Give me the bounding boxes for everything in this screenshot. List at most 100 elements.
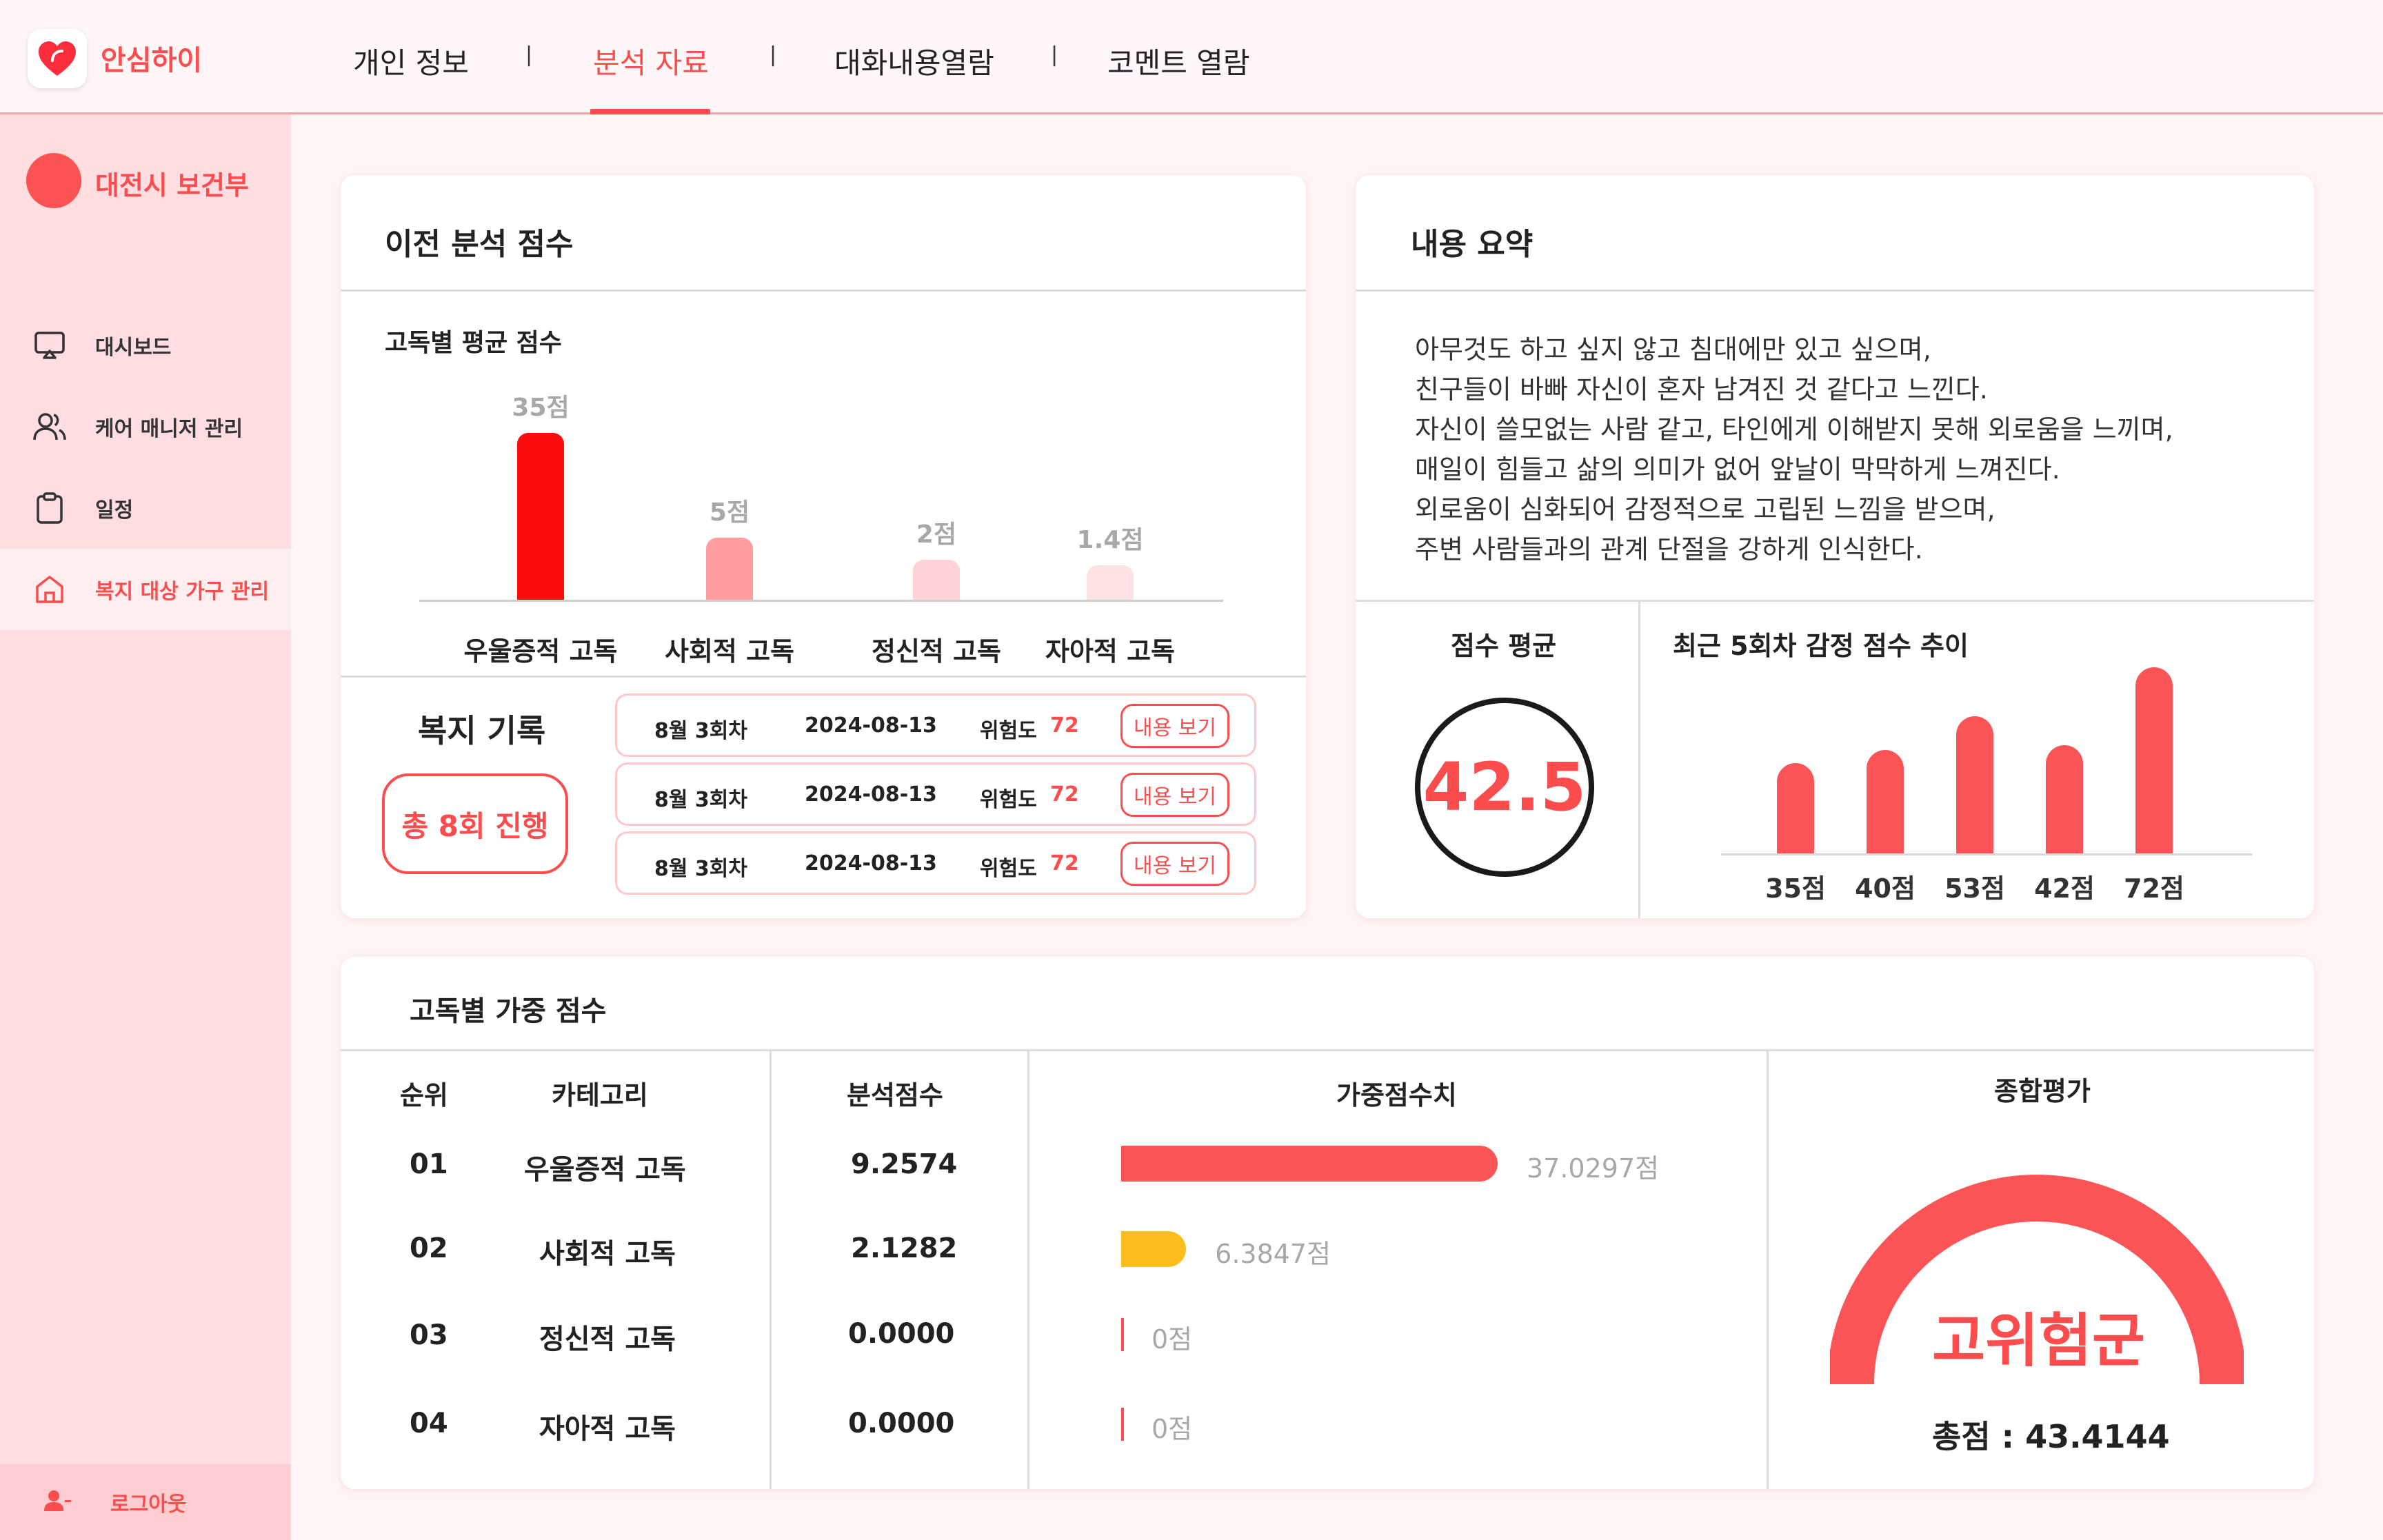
sidebar-item-label: 케어 매니저 관리 bbox=[95, 417, 243, 441]
divider bbox=[341, 1049, 2314, 1051]
nav-separator: | bbox=[525, 43, 533, 67]
summary-line: 주변 사람들과의 관계 단절을 강하게 인식한다. bbox=[1415, 534, 1923, 565]
card-title: 이전 분석 점수 bbox=[385, 227, 574, 262]
weighted-value-label: 37.0297점 bbox=[1527, 1153, 1660, 1184]
app-logo[interactable] bbox=[28, 29, 87, 88]
clipboard-icon bbox=[33, 492, 66, 525]
sidebar-item-label: 일정 bbox=[95, 498, 134, 523]
chart-subtitle: 고독별 평균 점수 bbox=[385, 329, 562, 357]
record-date: 2024-08-13 bbox=[805, 782, 937, 807]
monitor-icon bbox=[33, 329, 66, 362]
sidebar: 대전시 보건부 대시보드 케어 매니저 관리 일정 복지 대상 가구 관리 로그… bbox=[0, 114, 291, 1540]
summary-line: 아무것도 하고 싶지 않고 침대에만 있고 싶으며, bbox=[1415, 334, 1931, 365]
home-icon bbox=[33, 573, 66, 606]
row-rank: 03 bbox=[410, 1319, 448, 1351]
avg-score-category-label: 정신적 고독 bbox=[871, 636, 1002, 667]
weighted-bar bbox=[1121, 1146, 1498, 1182]
risk-label: 위험도 bbox=[980, 788, 1037, 812]
summary-line: 자신이 쓸모없는 사람 같고, 타인에게 이해받지 못해 외로움을 느끼며, bbox=[1415, 414, 2173, 445]
avg-score-category-label: 자아적 고독 bbox=[1045, 636, 1176, 667]
trend-bar bbox=[2135, 667, 2173, 853]
row-rank: 04 bbox=[410, 1408, 448, 1439]
header-evaluation: 종합평가 bbox=[1994, 1076, 2091, 1106]
weighted-value-label: 0점 bbox=[1152, 1414, 1193, 1444]
tab-analysis-data[interactable]: 분석 자료 bbox=[593, 40, 709, 82]
view-content-button[interactable]: 내용 보기 bbox=[1120, 842, 1229, 886]
risk-value: 72 bbox=[1050, 851, 1079, 875]
total-sessions-badge: 총 8회 진행 bbox=[382, 773, 568, 874]
tab-personal-info[interactable]: 개인 정보 bbox=[353, 40, 469, 82]
trend-label: 35점 bbox=[1765, 873, 1826, 904]
row-score: 9.2574 bbox=[851, 1148, 958, 1180]
avg-score-value-label: 2점 bbox=[916, 520, 957, 549]
logout-button[interactable]: 로그아웃 bbox=[0, 1464, 291, 1540]
risk-label: 위험도 bbox=[980, 719, 1037, 743]
record-row: 8월 3회차 2024-08-13 위험도 72 내용 보기 bbox=[615, 831, 1256, 895]
risk-value: 72 bbox=[1050, 713, 1079, 738]
avg-score-value-label: 5점 bbox=[709, 498, 750, 527]
row-category: 정신적 고독 bbox=[539, 1324, 676, 1355]
row-category: 사회적 고독 bbox=[539, 1238, 676, 1270]
total-score: 총점 : 43.4144 bbox=[1932, 1418, 2170, 1455]
card-title: 내용 요약 bbox=[1411, 227, 1534, 262]
divider bbox=[341, 676, 1306, 678]
divider bbox=[1356, 600, 2314, 602]
record-date: 2024-08-13 bbox=[805, 851, 937, 875]
divider bbox=[770, 1049, 772, 1489]
risk-value: 72 bbox=[1050, 782, 1079, 807]
header-score: 분석점수 bbox=[847, 1080, 943, 1111]
sidebar-item-dashboard[interactable]: 대시보드 bbox=[0, 305, 291, 386]
avg-score-category-label: 사회적 고독 bbox=[664, 636, 795, 667]
avg-score-bar bbox=[913, 559, 960, 600]
weighted-bar-zero bbox=[1121, 1318, 1124, 1351]
summary-line: 친구들이 바빠 자신이 혼자 남겨진 것 같다고 느낀다. bbox=[1415, 374, 1988, 405]
avg-score-bar bbox=[1087, 565, 1134, 600]
nav-separator: | bbox=[770, 43, 777, 67]
trend-label: 40점 bbox=[1855, 873, 1916, 904]
avg-score-value-label: 35점 bbox=[512, 394, 570, 422]
record-row: 8월 3회차 2024-08-13 위험도 72 내용 보기 bbox=[615, 693, 1256, 757]
sidebar-item-care-manager[interactable]: 케어 매니저 관리 bbox=[0, 386, 291, 467]
trend-label: 42점 bbox=[2034, 873, 2095, 904]
view-content-button[interactable]: 내용 보기 bbox=[1120, 704, 1229, 748]
summary-line: 외로움이 심화되어 감정적으로 고립된 느낌을 받으며, bbox=[1415, 494, 1995, 525]
avg-score-value-label: 1.4점 bbox=[1076, 526, 1144, 555]
avg-score-bar bbox=[706, 538, 753, 600]
weighted-scores-card: 고독별 가중 점수 순위 카테고리 분석점수 가중점수치 종합평가 01 우울증… bbox=[341, 957, 2314, 1489]
row-category: 우울증적 고독 bbox=[524, 1154, 686, 1186]
nav-separator: | bbox=[1051, 43, 1058, 67]
card-title: 고독별 가중 점수 bbox=[410, 995, 607, 1027]
header-weighted: 가중점수치 bbox=[1336, 1080, 1457, 1111]
record-round: 8월 3회차 bbox=[654, 788, 747, 812]
view-content-button[interactable]: 내용 보기 bbox=[1120, 773, 1229, 817]
divider bbox=[341, 290, 1306, 292]
tab-comment-view[interactable]: 코멘트 열람 bbox=[1107, 40, 1250, 82]
previous-scores-card: 이전 분석 점수 고독별 평균 점수 복지 기록 총 8회 진행 8월 3회차 … bbox=[341, 175, 1306, 918]
trend-chart-title: 최근 5회차 감정 점수 추이 bbox=[1673, 631, 1969, 661]
active-tab-indicator bbox=[590, 109, 710, 114]
trend-bar bbox=[1867, 750, 1904, 853]
org-avatar bbox=[26, 153, 81, 208]
content-summary-card: 내용 요약 아무것도 하고 싶지 않고 침대에만 있고 싶으며, 친구들이 바빠… bbox=[1356, 175, 2314, 918]
sidebar-item-schedule[interactable]: 일정 bbox=[0, 467, 291, 549]
logout-label: 로그아웃 bbox=[110, 1492, 187, 1517]
welfare-record-title: 복지 기록 bbox=[418, 712, 546, 749]
trend-bar bbox=[2046, 744, 2083, 853]
trend-label: 72점 bbox=[2124, 873, 2184, 904]
weighted-value-label: 0점 bbox=[1152, 1324, 1193, 1355]
row-category: 자아적 고독 bbox=[539, 1413, 676, 1445]
row-score: 0.0000 bbox=[848, 1318, 955, 1350]
weighted-bar-zero bbox=[1121, 1408, 1124, 1441]
summary-line: 매일이 힘들고 삶의 의미가 없어 앞날이 막막하게 느껴진다. bbox=[1415, 454, 2060, 485]
user-remove-icon bbox=[43, 1489, 72, 1515]
tab-conversation-view[interactable]: 대화내용열람 bbox=[834, 40, 994, 82]
chart-baseline bbox=[419, 600, 1223, 602]
risk-label: 위험도 bbox=[980, 857, 1037, 881]
sidebar-item-welfare-household[interactable]: 복지 대상 가구 관리 bbox=[0, 549, 291, 630]
avg-score-title: 점수 평균 bbox=[1451, 631, 1557, 661]
heart-logo-icon bbox=[39, 41, 76, 76]
sidebar-item-label: 복지 대상 가구 관리 bbox=[95, 580, 270, 604]
trend-bar bbox=[1956, 716, 1993, 853]
risk-level-label: 고위험군 bbox=[1932, 1307, 2146, 1375]
header-rank: 순위 bbox=[400, 1080, 448, 1111]
